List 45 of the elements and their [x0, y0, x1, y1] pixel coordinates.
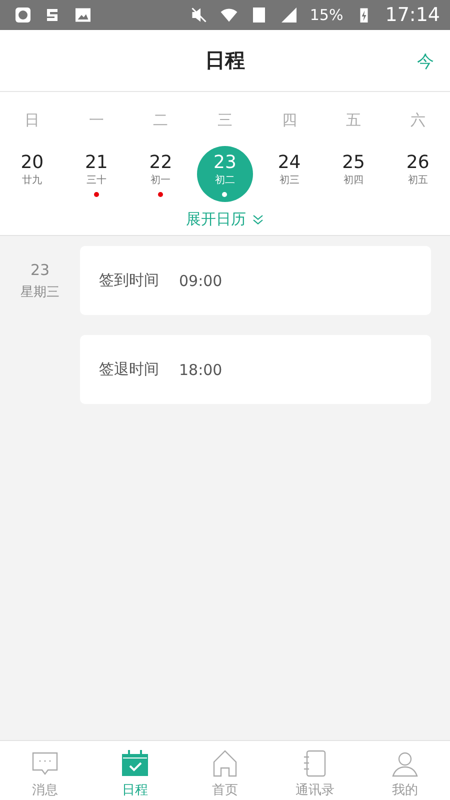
lunar-date: 初四	[344, 174, 364, 188]
lunar-date: 初一	[150, 174, 171, 188]
app-icon	[14, 6, 32, 24]
lunar-date: 初三	[279, 174, 300, 188]
day-number: 22	[149, 152, 172, 174]
event-label: 签到时间	[99, 271, 159, 290]
day-cell[interactable]: 25 初四	[326, 146, 382, 202]
event-card[interactable]: 签退时间 18:00	[80, 335, 431, 404]
day-cell[interactable]: 21 三十	[68, 146, 124, 202]
image-icon	[74, 6, 92, 24]
day-cell[interactable]: 26 初五	[390, 146, 446, 202]
signal-icon	[280, 6, 298, 24]
agenda-weekday: 星期三	[20, 284, 60, 301]
page-title: 日程	[205, 47, 245, 74]
wifi-icon	[220, 6, 238, 24]
chevron-down-icon	[252, 214, 264, 226]
agenda-date: 23	[30, 261, 50, 279]
day-number: 26	[406, 152, 430, 174]
day-number: 24	[278, 152, 301, 174]
event-time: 18:00	[179, 360, 222, 378]
mute-icon	[190, 6, 208, 24]
day-cell[interactable]: 20 廿九	[4, 146, 60, 202]
lunar-date: 廿九	[22, 174, 42, 188]
event-time: 09:00	[179, 272, 222, 290]
event-card[interactable]: 签到时间 09:00	[80, 246, 431, 315]
lunar-date: 初二	[214, 174, 235, 188]
day-number: 21	[84, 152, 108, 174]
day-number: 20	[20, 152, 44, 174]
weekday-label: 五	[346, 110, 362, 131]
clock: 17:14	[385, 4, 440, 26]
weekday-label: 二	[153, 110, 168, 131]
day-number: 23	[214, 152, 236, 174]
day-cell[interactable]: 24 初三	[261, 146, 318, 202]
weekday-label: 六	[410, 110, 426, 131]
weekday-label: 日	[24, 110, 40, 131]
day-cell[interactable]: 22 初一	[132, 146, 189, 202]
day-number: 25	[342, 152, 366, 174]
weekday-label: 三	[217, 110, 232, 131]
event-label: 签退时间	[99, 360, 159, 379]
weekday-label: 一	[88, 110, 104, 131]
calendar-icon	[120, 748, 150, 778]
battery-percent: 15%	[310, 6, 344, 24]
lunar-date: 三十	[86, 174, 106, 188]
weekday-label: 四	[282, 110, 297, 131]
lunar-date: 初五	[408, 174, 428, 188]
